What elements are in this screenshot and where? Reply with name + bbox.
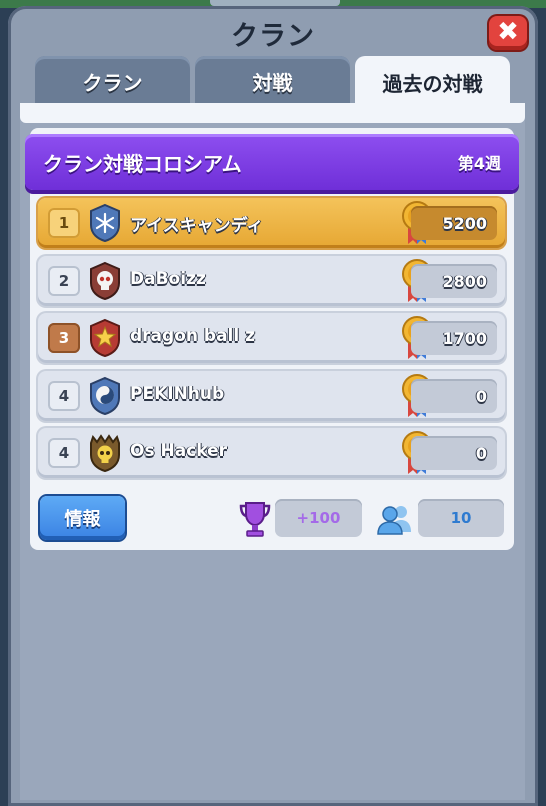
members-count-box: 10 — [418, 499, 504, 537]
yin-yang-badge-icon — [90, 376, 120, 416]
skull-badge-icon — [90, 261, 120, 301]
rank-badge: 4 — [48, 438, 80, 468]
rank-badge: 4 — [48, 381, 80, 411]
close-button[interactable]: ✖ — [489, 16, 527, 50]
snowflake-badge-icon — [90, 203, 120, 243]
clan-name: Os Hacker — [130, 441, 228, 461]
clan-row[interactable]: 4 Os Hacker 0 — [38, 428, 505, 478]
clan-row[interactable]: 2 DaBoizz 2800 — [38, 256, 505, 306]
clan-name: アイスキャンディ — [130, 216, 264, 236]
star-badge-icon — [90, 318, 120, 358]
score-box: 0 — [411, 379, 497, 413]
clan-name: DaBoizz — [130, 269, 206, 289]
tab-battle[interactable]: 対戦 — [195, 56, 350, 106]
rank-badge: 3 — [48, 323, 80, 353]
dialog-title: クラン — [231, 21, 315, 52]
skull-crown-badge-icon — [90, 434, 120, 473]
war-name: クラン対戦コロシアム — [43, 151, 242, 176]
score-box: 0 — [411, 436, 497, 470]
clan-name: PEKINhub — [130, 384, 225, 404]
close-icon: ✖ — [497, 16, 519, 47]
clan-row[interactable]: 3 dragon ball z 1700 — [38, 313, 505, 363]
trophy-bonus-box: +100 — [275, 499, 362, 537]
trophy-icon — [239, 502, 271, 537]
rank-badge: 2 — [48, 266, 80, 296]
clan-row[interactable]: 1 アイスキャンディ 5200 — [38, 198, 505, 248]
clan-row[interactable]: 4 PEKINhub 0 — [38, 371, 505, 421]
members-icon — [377, 506, 411, 535]
score-box: 2800 — [411, 264, 497, 298]
tab-past-battles[interactable]: 過去の対戦 — [355, 56, 510, 108]
rank-badge: 1 — [48, 208, 80, 238]
clan-name: dragon ball z — [130, 326, 256, 346]
score-box: 5200 — [411, 206, 497, 240]
panel-top-edge — [20, 103, 525, 123]
info-button[interactable]: 情報 — [40, 496, 125, 540]
score-box: 1700 — [411, 321, 497, 355]
war-week: 第4週 — [457, 154, 501, 173]
tab-clan[interactable]: クラン — [35, 56, 190, 106]
war-banner: クラン対戦コロシアム 第4週 — [25, 134, 519, 190]
